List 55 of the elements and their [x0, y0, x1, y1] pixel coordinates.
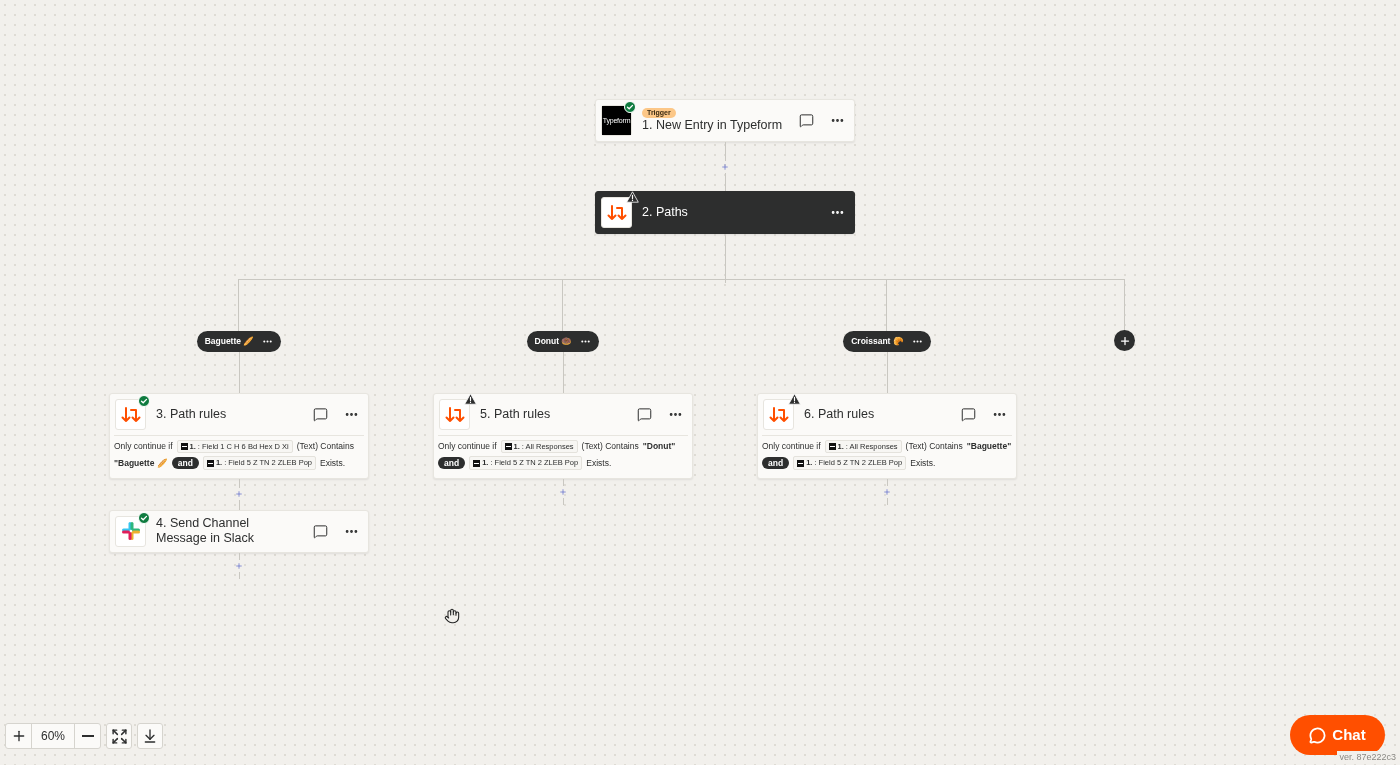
rule-text: (Text) Contains	[905, 441, 963, 452]
rule-text: Only continue if	[762, 441, 821, 452]
and-pill: and	[171, 456, 199, 470]
step-title: 1. New Entry in Typeform	[642, 118, 783, 133]
comment-icon[interactable]	[313, 523, 328, 539]
rule-value: "Baguette 🥖	[114, 457, 168, 469]
chat-bubble-icon	[1309, 726, 1327, 744]
and-pill: and	[762, 456, 790, 470]
step-title: 5. Path rules	[480, 407, 551, 422]
rule-text: (Text) Contains	[296, 441, 354, 452]
path-label-pill[interactable]: Donut 🍩	[526, 331, 600, 352]
comment-icon[interactable]	[799, 113, 814, 128]
split-arrows-icon	[768, 405, 789, 424]
step-title: 6. Path rules	[804, 407, 875, 422]
step-title: 2. Paths	[642, 205, 688, 220]
step-card[interactable]: 2. Paths	[595, 191, 855, 234]
typeform-mini-icon	[504, 443, 512, 451]
comment-icon[interactable]	[961, 407, 976, 422]
typeform-mini-icon	[180, 443, 188, 451]
rule-text: (Text) Contains	[581, 441, 639, 452]
plus-icon	[1118, 334, 1131, 347]
download-icon	[142, 728, 158, 744]
comment-icon[interactable]	[637, 407, 652, 422]
comment-icon[interactable]	[313, 407, 328, 422]
split-arrows-icon	[120, 405, 141, 424]
typeform-mini-icon	[828, 443, 836, 451]
slack-logo-icon	[120, 521, 141, 542]
split-arrows-icon	[444, 405, 465, 424]
path-label-pill[interactable]: Baguette 🥖	[196, 331, 282, 352]
minus-icon	[81, 735, 94, 737]
rule-value: "Donut"	[642, 441, 676, 452]
step-title: 3. Path rules	[156, 407, 227, 422]
step-title: 4. Send Channel Message in Slack	[156, 516, 255, 547]
rule-text: Exists.	[910, 457, 936, 469]
rule-text: Only continue if	[438, 441, 497, 452]
split-arrows-icon	[606, 203, 627, 222]
rule-text: Only continue if	[114, 441, 173, 452]
typeform-mini-icon	[206, 459, 214, 467]
download-button[interactable]	[137, 723, 163, 749]
rule-text: Exists.	[586, 457, 612, 469]
expand-icon	[110, 727, 128, 745]
step-card[interactable]: 4. Send Channel Message in Slack	[109, 509, 369, 553]
typeform-mini-icon	[797, 459, 805, 467]
zoom-level: 60%	[40, 728, 66, 745]
path-label-pill[interactable]: Croissant 🥐	[843, 331, 931, 352]
path-name: Baguette 🥖	[204, 335, 255, 348]
fit-view-button[interactable]	[106, 723, 132, 749]
rule-text: Exists.	[320, 457, 345, 469]
path-name: Donut 🍩	[534, 335, 573, 348]
hand-cursor-icon	[444, 608, 460, 624]
rule-value: "Baguette"	[966, 441, 1012, 452]
typeform-mini-icon	[473, 459, 481, 467]
add-path-button[interactable]	[1114, 330, 1135, 351]
path-name: Croissant 🥐	[851, 335, 904, 348]
and-pill: and	[438, 456, 466, 470]
